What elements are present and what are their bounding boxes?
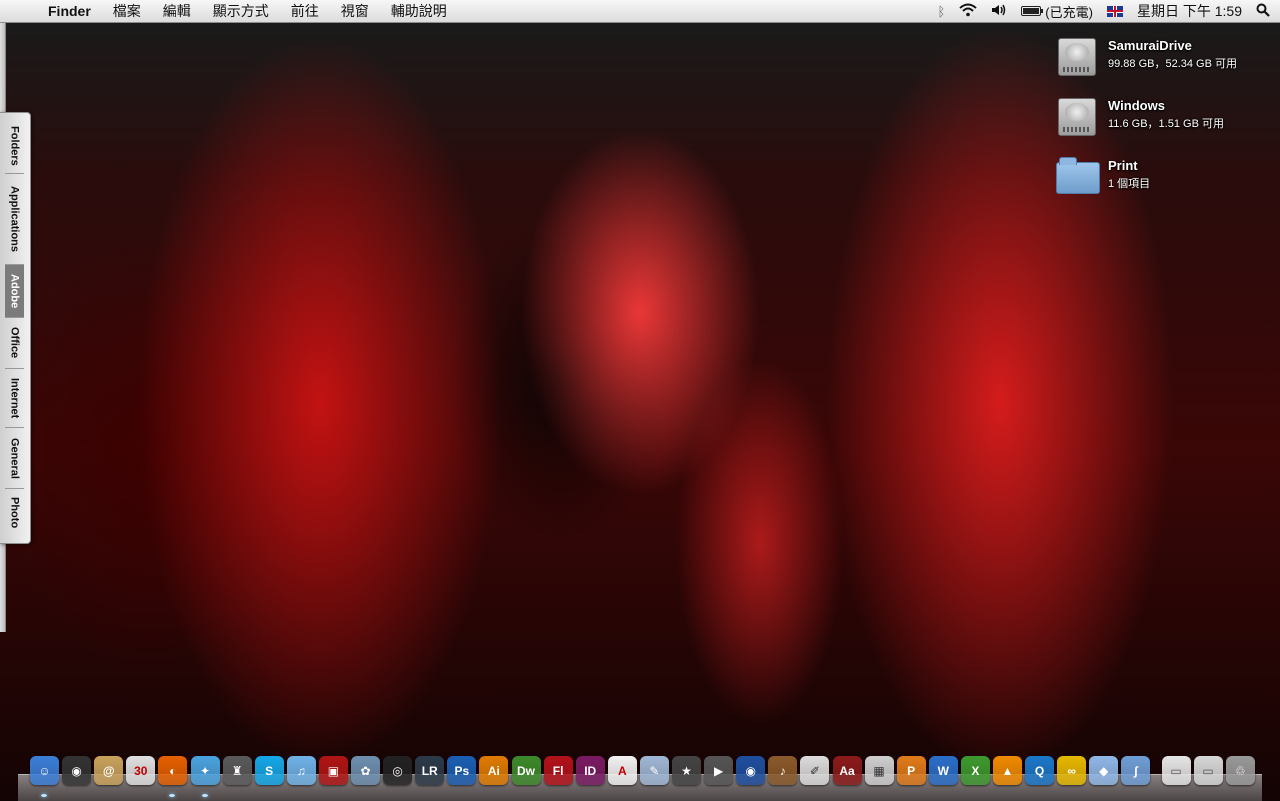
dock-icon-address-book[interactable]: @ [94, 756, 124, 785]
side-drawer: Folders Applications Adobe Office Intern… [0, 112, 31, 544]
desktop-item-samuraidrive[interactable]: SamuraiDrive 99.88 GB，52.34 GB 可用 [1054, 34, 1237, 80]
dock-icon-aperture[interactable]: ◎ [383, 756, 413, 785]
dock-icon-script-app[interactable]: ♜ [222, 756, 252, 785]
dock-icon-garageband[interactable]: ♪ [768, 756, 798, 785]
dock-icon-imovie-star[interactable]: ★ [672, 756, 701, 785]
dock-icon-fetch[interactable]: ∫ [1121, 756, 1151, 785]
dock-icon-illustrator[interactable]: Ai [479, 756, 509, 785]
bluetooth-icon[interactable]: ᛒ [937, 4, 945, 19]
desktop-item-name: Windows [1108, 98, 1165, 113]
dock-icon-dreamweaver[interactable]: Dw [511, 756, 541, 785]
dock-icon-indesign[interactable]: ID [575, 756, 605, 785]
battery-icon [1021, 6, 1044, 16]
hard-drive-icon [1054, 34, 1100, 80]
hard-drive-icon [1054, 94, 1100, 140]
dock-running-indicator [201, 794, 208, 797]
menu-clock[interactable]: 星期日 下午 1:59 [1137, 1, 1242, 21]
dock-icon-safari[interactable]: ✦ [190, 756, 220, 785]
dock-icon-calculator[interactable]: ▦ [864, 756, 894, 785]
desktop-item-name: SamuraiDrive [1108, 38, 1192, 53]
dock-icon-virtualbox[interactable]: ◆ [1089, 756, 1119, 785]
desktop-item-name: Print [1108, 158, 1138, 173]
desktop-item-info: 1 個項目 [1108, 178, 1151, 190]
dock-icon-firefox[interactable]: ◐ [158, 756, 188, 785]
battery-label: (已充電) [1045, 4, 1093, 20]
menu-edit[interactable]: 編輯 [152, 0, 202, 22]
dock-icon-vlc[interactable]: ▲ [993, 756, 1022, 785]
desktop-item-print[interactable]: Print 1 個項目 [1054, 154, 1150, 200]
dock-icon-dashboard[interactable]: ◉ [62, 756, 92, 785]
volume-icon[interactable] [991, 4, 1007, 19]
drawer-tab-applications[interactable]: Applications [5, 174, 24, 265]
menu-view[interactable]: 顯示方式 [202, 0, 280, 22]
dock-icon-ical[interactable]: 30 [126, 756, 156, 785]
dock-icon-dictionary[interactable]: Aa [832, 756, 862, 785]
drawer-tab-internet[interactable]: Internet [5, 369, 24, 428]
dock-icon-trash[interactable]: ♲ [1225, 756, 1255, 785]
dock-icon-flash[interactable]: Fl [543, 756, 573, 785]
dock-icon-lightroom[interactable]: LR [415, 756, 445, 785]
menu-bar: Finder 檔案 編輯 顯示方式 前往 視窗 輔助說明 ᛒ (已充電) 星期日… [0, 0, 1280, 23]
dock-icon-textedit[interactable]: ✐ [800, 756, 830, 785]
dock-icon-word[interactable]: W [928, 756, 958, 785]
drawer-tab-office[interactable]: Office [5, 318, 24, 369]
desktop-item-info: 99.88 GB，52.34 GB 可用 [1108, 58, 1238, 70]
drawer-tab-photo[interactable]: Photo [5, 489, 24, 537]
drawer-tab-folders[interactable]: Folders [5, 119, 24, 174]
menu-extras: ᛒ (已充電) 星期日 下午 1:59 [937, 0, 1270, 22]
dock-icon-iphoto[interactable]: ✿ [351, 756, 380, 785]
dock-icon-dvd-player[interactable]: ◉ [736, 756, 766, 785]
dock-icon-acrobat[interactable]: A [607, 756, 637, 785]
spotlight-search-icon[interactable] [1256, 3, 1270, 20]
menu-file[interactable]: 檔案 [102, 0, 152, 22]
dock-icon-front-row[interactable]: ∞ [1057, 756, 1087, 785]
input-source-flag-icon[interactable] [1106, 5, 1123, 17]
dock-icon-finder[interactable]: ☺ [30, 756, 59, 785]
menu-go[interactable]: 前往 [280, 0, 330, 22]
dock-icon-powerpoint[interactable]: P [896, 756, 926, 785]
menu-help[interactable]: 輔助說明 [380, 0, 458, 22]
dock-icon-excel[interactable]: X [960, 756, 990, 785]
dock-icon-skype[interactable]: S [254, 756, 284, 785]
dock-icon-photo-booth[interactable]: ▣ [318, 756, 348, 785]
dock: ☺ ◉ @30 ◐ ✦ ♜ S ♫ ▣ ✿ ◎ LR Ps Ai Dw Fl ID A ✎ ★ ▶ ◉ ♪ ✐ Aa ▦ P W X ▲ Q… [26, 756, 1256, 797]
drawer-tab-general[interactable]: General [5, 428, 24, 489]
drawer-tab-adobe[interactable]: Adobe [5, 265, 24, 318]
battery-status[interactable]: (已充電) [1021, 2, 1093, 21]
wifi-icon[interactable] [959, 3, 977, 20]
dock-icon-imovie[interactable]: ▶ [704, 756, 734, 785]
menu-window[interactable]: 視窗 [330, 0, 380, 22]
menu-finder[interactable]: Finder [42, 0, 102, 22]
dock-icon-photoshop[interactable]: Ps [447, 756, 477, 785]
dock-icon-preview[interactable]: ✎ [639, 756, 669, 785]
desktop-item-info: 11.6 GB，1.51 GB 可用 [1108, 118, 1224, 130]
dock-icon-quicktime[interactable]: Q [1025, 756, 1055, 785]
dock-icon-documents-stack[interactable]: ▭ [1161, 756, 1191, 785]
folder-icon [1054, 154, 1100, 200]
dock-icon-downloads-stack[interactable]: ▭ [1193, 756, 1223, 785]
dock-running-indicator [41, 794, 47, 797]
dock-icon-itunes[interactable]: ♫ [286, 756, 316, 785]
desktop-item-windows[interactable]: Windows 11.6 GB，1.51 GB 可用 [1054, 94, 1224, 140]
